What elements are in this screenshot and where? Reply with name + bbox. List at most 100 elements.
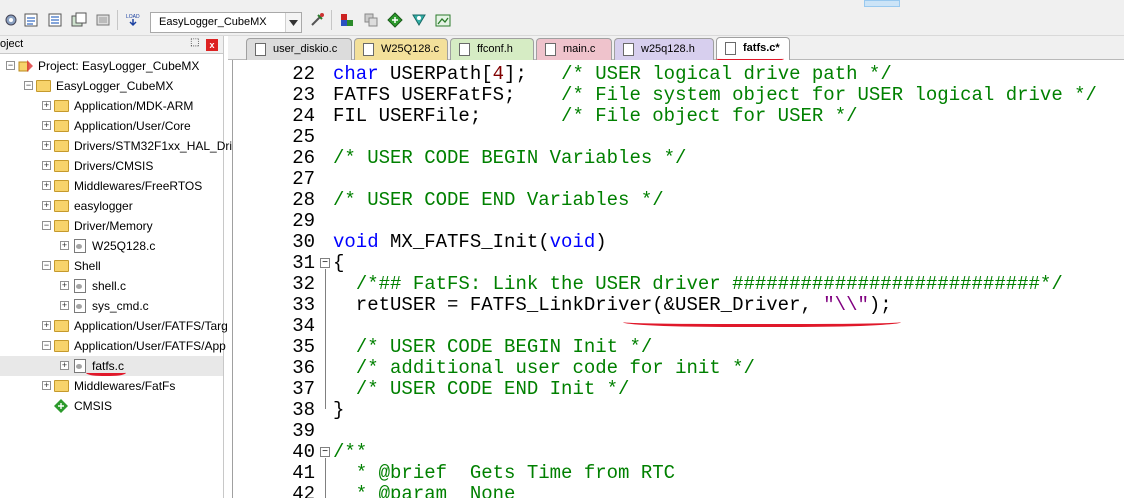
code-line[interactable]: 26 /* USER CODE BEGIN Variables */: [233, 148, 1124, 169]
line-number: 33: [292, 294, 315, 316]
code-line[interactable]: 40−/**: [233, 442, 1124, 463]
tree-item[interactable]: + Drivers/STM32F1xx_HAL_Driv: [0, 136, 238, 156]
manage-components-icon[interactable]: [338, 11, 356, 29]
expand-icon[interactable]: +: [42, 141, 51, 150]
fold-toggle-icon[interactable]: −: [320, 258, 330, 268]
tree-item[interactable]: + Drivers/CMSIS: [0, 156, 223, 176]
code-line[interactable]: 33 retUSER = FATFS_LinkDriver(&USER_Driv…: [233, 295, 1124, 316]
tree-item[interactable]: + sys_cmd.c: [0, 296, 223, 316]
tree-item[interactable]: + W25Q128.c: [0, 236, 223, 256]
code-line[interactable]: 42 * @param None: [233, 484, 1124, 498]
tree-item[interactable]: − Shell: [0, 256, 223, 276]
tree-item[interactable]: + Middlewares/FatFs: [0, 376, 223, 396]
target-select[interactable]: EasyLogger_CubeMX: [150, 12, 302, 33]
line-number: 29: [292, 210, 315, 232]
rebuild-icon[interactable]: [70, 11, 88, 29]
toolbar-separator: [117, 10, 118, 30]
target-select-value: EasyLogger_CubeMX: [159, 16, 267, 28]
collapse-icon[interactable]: −: [42, 341, 51, 350]
code-line[interactable]: 29: [233, 211, 1124, 232]
code-line[interactable]: 23 FATFS USERFatFS; /* File system object…: [233, 85, 1124, 106]
code-line[interactable]: 35 /* USER CODE BEGIN Init */: [233, 337, 1124, 358]
translate-icon[interactable]: [22, 11, 40, 29]
expand-icon[interactable]: +: [42, 381, 51, 390]
tree-item[interactable]: − Application/User/FATFS/App: [0, 336, 226, 356]
line-number: 31: [292, 252, 315, 274]
download-icon[interactable]: LOAD: [124, 11, 142, 29]
expand-icon[interactable]: +: [42, 181, 51, 190]
tree-item[interactable]: + easylogger: [0, 196, 223, 216]
pin-icon[interactable]: ⬚: [190, 37, 202, 51]
pack-installer-icon[interactable]: [362, 11, 380, 29]
expand-icon[interactable]: +: [42, 201, 51, 210]
expand-icon[interactable]: +: [60, 301, 69, 310]
tree-item[interactable]: CMSIS: [0, 396, 223, 416]
code-text: FIL USERFile; /* File object for USER */: [333, 105, 858, 127]
collapse-icon[interactable]: −: [24, 81, 33, 90]
project-panel-title: oject: [0, 38, 24, 50]
code-line[interactable]: 32 /*## FatFS: Link the USER driver ####…: [233, 274, 1124, 295]
code-editor[interactable]: 22 char USERPath[4]; /* USER logical driv…: [232, 60, 1124, 498]
code-line[interactable]: 39: [233, 421, 1124, 442]
tree-item[interactable]: − Driver/Memory: [0, 216, 223, 236]
tree-item[interactable]: − EasyLogger_CubeMX: [0, 76, 223, 96]
code-line[interactable]: 27: [233, 169, 1124, 190]
project-panel-header: oject ⬚ x: [0, 36, 223, 54]
close-icon[interactable]: x: [206, 39, 218, 51]
collapse-icon[interactable]: −: [42, 261, 51, 270]
tab-user-diskio[interactable]: user_diskio.c: [246, 38, 352, 60]
code-text: char USERPath[4]; /* USER logical drive …: [333, 63, 892, 85]
folder-icon: [54, 259, 70, 273]
tree-item[interactable]: + Application/User/Core: [0, 116, 223, 136]
fold-toggle-icon[interactable]: −: [320, 447, 330, 457]
code-line[interactable]: 22 char USERPath[4]; /* USER logical driv…: [233, 64, 1124, 85]
tree-item-label: Project: EasyLogger_CubeMX: [38, 59, 200, 73]
batch-build-icon[interactable]: [94, 11, 112, 29]
code-line[interactable]: 25: [233, 127, 1124, 148]
tree-item[interactable]: − Project: EasyLogger_CubeMX: [0, 56, 223, 76]
line-number: 35: [292, 336, 315, 358]
run-env-icon[interactable]: [410, 11, 428, 29]
expand-icon[interactable]: +: [60, 281, 69, 290]
select-device-icon[interactable]: [386, 11, 404, 29]
folder-icon: [54, 99, 70, 113]
tree-item[interactable]: + Application/MDK-ARM: [0, 96, 223, 116]
collapse-icon[interactable]: −: [6, 61, 15, 70]
code-line[interactable]: 30 void MX_FATFS_Init(void): [233, 232, 1124, 253]
tab-ffconf-h[interactable]: ffconf.h: [450, 38, 534, 60]
c-file-icon: [72, 239, 88, 253]
build-icon[interactable]: [46, 11, 64, 29]
code-line[interactable]: 31−{: [233, 253, 1124, 274]
tree-item[interactable]: + shell.c: [0, 276, 223, 296]
expand-icon[interactable]: +: [42, 101, 51, 110]
expand-icon[interactable]: +: [42, 121, 51, 130]
pack-manager-icon[interactable]: [434, 11, 452, 29]
code-line[interactable]: 36 /* additional user code for init */: [233, 358, 1124, 379]
code-line[interactable]: 24 FIL USERFile; /* File object for USER …: [233, 106, 1124, 127]
line-number: 26: [292, 147, 315, 169]
expand-icon[interactable]: +: [42, 161, 51, 170]
highlighted-toolbar-button[interactable]: [864, 0, 900, 7]
tree-item[interactable]: + Application/User/FATFS/Targ: [0, 316, 228, 336]
chevron-down-icon[interactable]: [285, 13, 301, 32]
target-options-icon[interactable]: [308, 11, 326, 29]
expand-icon[interactable]: +: [42, 321, 51, 330]
tab-main-c[interactable]: main.c: [536, 38, 612, 60]
settings-icon[interactable]: [2, 11, 20, 29]
expand-icon[interactable]: +: [60, 241, 69, 250]
line-number: 41: [292, 462, 315, 484]
collapse-icon[interactable]: −: [42, 221, 51, 230]
tab-w25q128-h[interactable]: w25q128.h: [614, 38, 714, 60]
tab-w25q128-c[interactable]: W25Q128.c: [354, 38, 448, 60]
line-number: 37: [292, 378, 315, 400]
code-line[interactable]: 41 * @brief Gets Time from RTC: [233, 463, 1124, 484]
annotation-underline-code: [623, 315, 901, 327]
code-line[interactable]: 38}: [233, 400, 1124, 421]
tree-item-label: Application/User/Core: [74, 119, 191, 133]
folder-icon: [54, 119, 70, 133]
tab-label: ffconf.h: [477, 43, 513, 55]
tree-item[interactable]: + Middlewares/FreeRTOS: [0, 176, 223, 196]
code-line[interactable]: 37 /* USER CODE END Init */: [233, 379, 1124, 400]
expand-icon[interactable]: +: [60, 361, 69, 370]
code-line[interactable]: 28 /* USER CODE END Variables */: [233, 190, 1124, 211]
